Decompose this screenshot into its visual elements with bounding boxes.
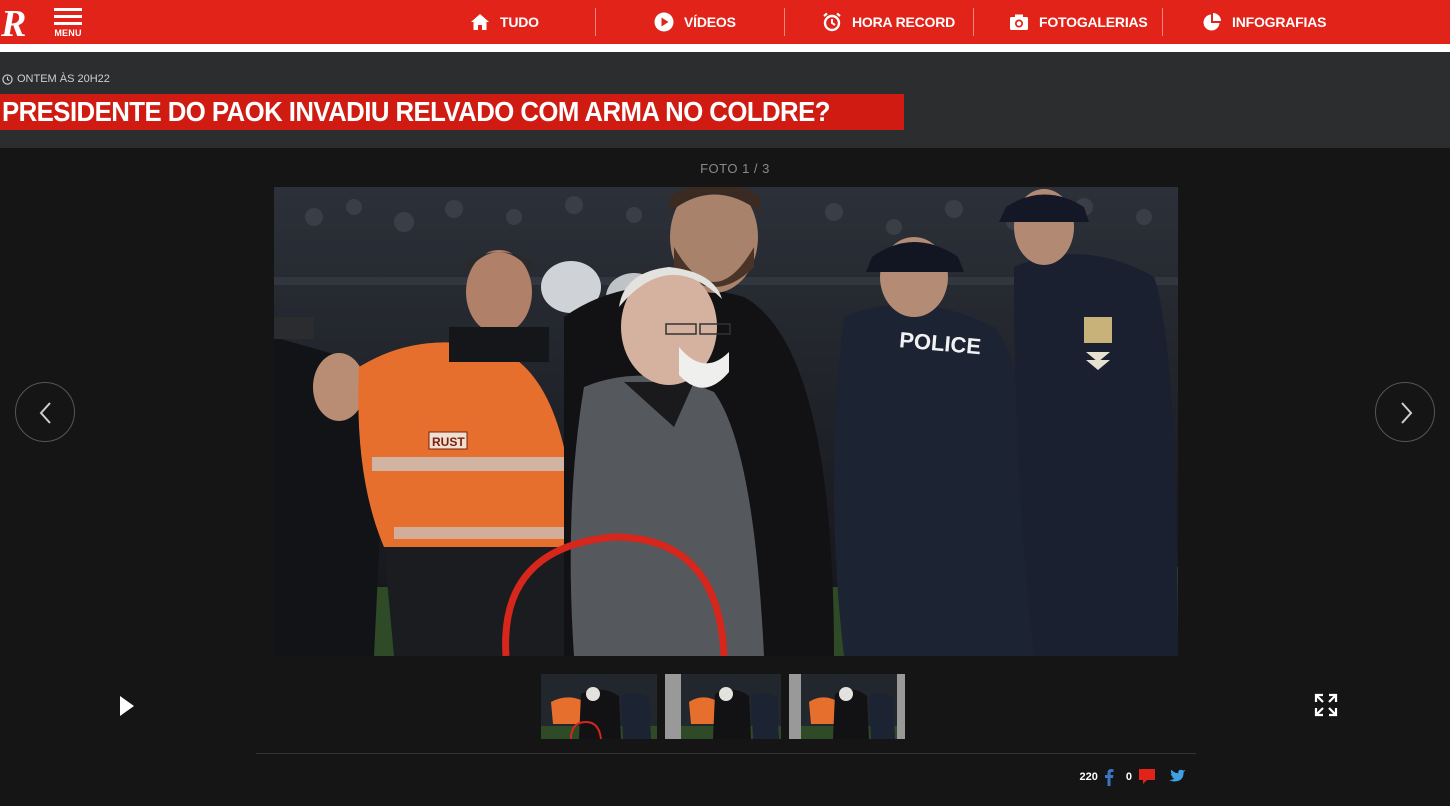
vest-text: RUST [432,435,465,449]
hamburger-icon-bar [54,22,82,25]
hamburger-icon-bar [54,15,82,18]
home-icon [471,14,489,30]
thumbnail-1[interactable] [541,674,657,739]
comment-count: 0 [1125,771,1132,783]
play-circle-icon [654,12,674,32]
menu-label: MENU [54,28,82,38]
clock-icon [2,73,13,85]
nav-item-label: VÍDEOS [684,14,736,30]
fullscreen-button[interactable] [1314,693,1338,717]
timestamp-text: ONTEM ÀS 20H22 [17,73,110,85]
previous-photo-button[interactable] [15,382,75,442]
camera-icon [1010,14,1028,30]
nav-item-fotogalerias[interactable]: FOTOGALERIAS [1009,0,1148,44]
next-photo-button[interactable] [1375,382,1435,442]
nav-underline [0,44,1450,52]
nav-item-label: HORA RECORD [852,14,956,30]
nav-separator [784,8,785,36]
gallery-main-photo[interactable]: RUST POLICE [274,187,1178,656]
menu-button[interactable]: MENU [52,6,84,40]
nav-item-infografias[interactable]: INFOGRAFIAS [1202,0,1326,44]
chevron-left-icon [39,402,51,424]
page-title: PRESIDENTE DO PAOK INVADIU RELVADO COM A… [0,94,904,130]
divider [256,753,1196,754]
logo-letter: R [0,3,26,41]
record-logo[interactable]: R [0,3,32,45]
nav-item-videos[interactable]: VÍDEOS [654,0,736,44]
twitter-icon[interactable] [1168,769,1186,785]
nav-separator [1162,8,1163,36]
share-bar: 220 0 [1080,768,1186,786]
nav-item-label: INFOGRAFIAS [1232,14,1327,30]
nav-separator [973,8,974,36]
comment-icon[interactable] [1138,768,1156,786]
nav-item-hora-record[interactable]: HORA RECORD [822,0,955,44]
slideshow-play-button[interactable] [118,694,136,718]
facebook-share-count: 220 [1079,771,1098,783]
top-nav-bar: R MENU TUDO VÍDEOS HORA RECORD FOTOGALER… [0,0,1450,45]
nav-item-tudo[interactable]: TUDO [470,0,539,44]
nav-separator [595,8,596,36]
photo-counter: FOTO 1 / 3 [700,161,770,176]
pie-chart-icon [1203,13,1221,31]
expand-icon [1314,693,1338,717]
thumbnail-3[interactable] [789,674,905,739]
facebook-icon[interactable] [1104,768,1114,786]
nav-item-label: TUDO [500,14,539,30]
nav-item-label: FOTOGALERIAS [1039,14,1148,30]
play-icon [120,696,134,716]
page-title-text: PRESIDENTE DO PAOK INVADIU RELVADO COM A… [2,96,830,127]
chevron-right-icon [1401,402,1413,424]
hamburger-icon [54,8,82,11]
alarm-clock-icon [823,12,841,32]
thumbnail-strip [541,674,905,739]
article-timestamp: ONTEM ÀS 20H22 [2,73,110,85]
thumbnail-2[interactable] [665,674,781,739]
